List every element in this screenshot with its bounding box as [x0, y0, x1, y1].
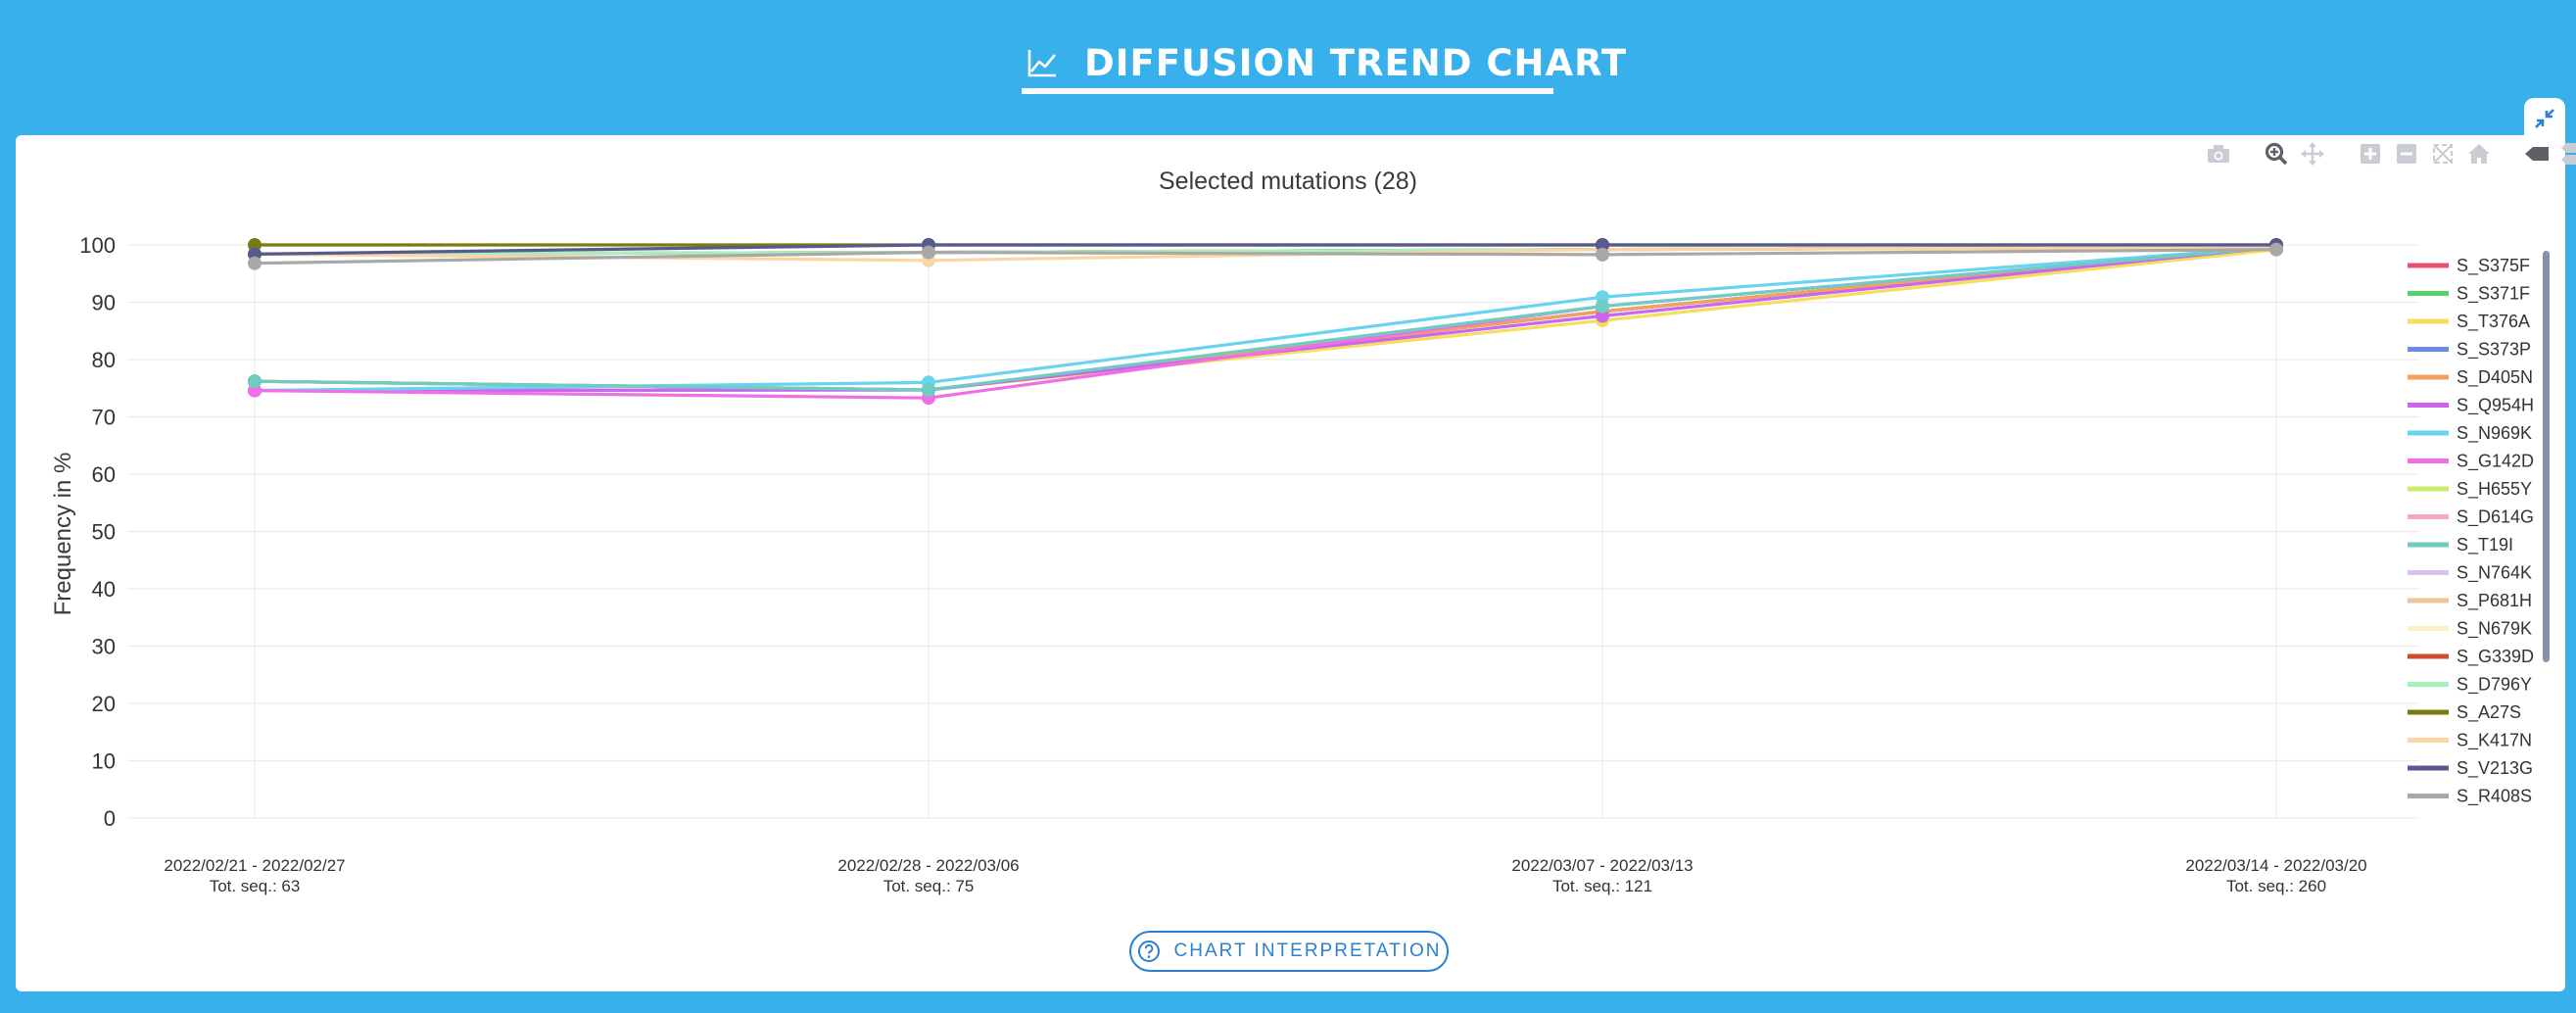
legend-item[interactable]: S_P681H: [2408, 591, 2532, 611]
legend-item[interactable]: S_K417N: [2408, 731, 2532, 751]
diffusion-chart: Selected mutations (28) Frequency in % 0…: [50, 168, 2534, 895]
y-tick-label: 20: [92, 692, 116, 716]
legend-item[interactable]: S_S373P: [2408, 340, 2531, 361]
legend-label: S_D796Y: [2457, 675, 2532, 696]
legend-item[interactable]: S_A27S: [2408, 702, 2521, 723]
legend-item[interactable]: S_V213G: [2408, 758, 2533, 779]
spike-lines-button[interactable]: [2522, 139, 2552, 169]
x-tick-total-label: Tot. seq.: 121: [1552, 877, 1652, 895]
legend-label: S_D614G: [2457, 507, 2534, 528]
legend-label: S_N969K: [2457, 423, 2532, 444]
zoom-out-icon: [2397, 144, 2416, 164]
legend-item[interactable]: S_N764K: [2408, 563, 2532, 584]
camera-icon: [2208, 145, 2229, 163]
x-tick-label: 2022/03/14 - 2022/03/20: [2185, 856, 2366, 875]
zoom-icon: [2265, 142, 2288, 166]
legend-label: S_T376A: [2457, 312, 2530, 332]
legend-label: S_Q954H: [2457, 396, 2534, 416]
y-tick-label: 30: [92, 635, 116, 659]
series-point: [1596, 247, 1609, 262]
legend-item[interactable]: S_Q954H: [2408, 396, 2534, 416]
y-tick-label: 70: [92, 406, 116, 430]
legend-label: S_S373P: [2457, 340, 2531, 361]
pan-icon: [2301, 142, 2324, 166]
y-tick-label: 60: [92, 462, 116, 487]
legend[interactable]: S_S375F S_S371F S_T376A S_S373P S_D405N S_Q95…: [2408, 256, 2534, 807]
help-circle-icon: [1137, 941, 1160, 962]
legend-label: S_R408S: [2457, 787, 2532, 807]
legend-item[interactable]: S_D614G: [2408, 507, 2534, 528]
y-tick-label: 40: [92, 577, 116, 602]
zoom-out-button[interactable]: [2392, 139, 2421, 169]
legend-item[interactable]: S_D405N: [2408, 367, 2533, 388]
x-tick-label: 2022/03/07 - 2022/03/13: [1511, 856, 1693, 875]
legend-item[interactable]: S_D796Y: [2408, 675, 2532, 696]
legend-item[interactable]: S_G339D: [2408, 647, 2534, 667]
legend-label: S_H655Y: [2457, 479, 2532, 500]
legend-label: S_N764K: [2457, 563, 2532, 584]
y-axis-label: Frequency in %: [50, 453, 76, 616]
legend-item[interactable]: S_S375F: [2408, 256, 2530, 276]
y-tick-label: 0: [104, 806, 116, 831]
chart-title: Selected mutations (28): [1159, 168, 1417, 195]
autoscale-icon: [2433, 144, 2453, 164]
series-point: [248, 374, 262, 389]
spike-lines-icon: [2525, 147, 2549, 161]
legend-label: S_T19I: [2457, 535, 2513, 555]
compare-hover-icon: [2561, 143, 2576, 165]
y-tick-label: 90: [92, 291, 116, 315]
y-tick-label: 50: [92, 520, 116, 545]
legend-label: S_P681H: [2457, 591, 2532, 611]
series-lines: [248, 238, 2283, 406]
pan-button[interactable]: [2298, 139, 2327, 169]
legend-item[interactable]: S_N679K: [2408, 619, 2532, 640]
series-point: [248, 256, 262, 270]
reset-axes-icon: [2468, 144, 2490, 164]
legend-item[interactable]: S_S371F: [2408, 284, 2530, 305]
legend-label: S_G339D: [2457, 647, 2534, 667]
legend-label: S_N679K: [2457, 619, 2532, 640]
legend-scrollbar[interactable]: [2543, 251, 2550, 662]
reset-axes-button[interactable]: [2464, 139, 2494, 169]
series-point: [2269, 242, 2283, 257]
download-png-button[interactable]: [2204, 139, 2233, 169]
zoom-in-button[interactable]: [2356, 139, 2385, 169]
legend-label: S_K417N: [2457, 731, 2532, 751]
legend-label: S_V213G: [2457, 758, 2533, 779]
y-tick-label: 10: [92, 749, 116, 774]
grid: 0 10 20 30 40 50 60 70 80 90 100 2022/02/21 - 2022/…: [79, 233, 2419, 895]
legend-item[interactable]: S_H655Y: [2408, 479, 2532, 500]
legend-label: S_S375F: [2457, 256, 2530, 276]
chart-interpretation-label: CHART INTERPRETATION: [1173, 941, 1442, 961]
legend-item[interactable]: S_N969K: [2408, 423, 2532, 444]
series-line-s-n969k: [254, 245, 2277, 393]
legend-label: S_G142D: [2457, 452, 2534, 472]
legend-label: S_S371F: [2457, 284, 2530, 305]
x-tick-total-label: Tot. seq.: 75: [883, 877, 975, 895]
autoscale-button[interactable]: [2428, 139, 2457, 169]
y-tick-label: 100: [79, 233, 116, 258]
legend-label: S_D405N: [2457, 367, 2533, 388]
x-tick-total-label: Tot. seq.: 260: [2226, 877, 2326, 895]
zoom-in-icon: [2361, 144, 2380, 164]
legend-label: S_A27S: [2457, 702, 2521, 723]
legend-item[interactable]: S_T19I: [2408, 535, 2513, 555]
chart-interpretation-button[interactable]: CHART INTERPRETATION: [1129, 931, 1449, 972]
legend-item[interactable]: S_G142D: [2408, 452, 2534, 472]
chart-modebar: [2204, 139, 2576, 169]
compare-hover-button[interactable]: [2558, 139, 2576, 169]
x-tick-total-label: Tot. seq.: 63: [210, 877, 301, 895]
series-point: [1596, 299, 1609, 314]
series-point: [922, 245, 935, 260]
y-tick-label: 80: [92, 348, 116, 372]
x-tick-label: 2022/02/21 - 2022/02/27: [164, 856, 345, 875]
series-point: [922, 383, 935, 397]
zoom-button[interactable]: [2262, 139, 2291, 169]
x-tick-label: 2022/02/28 - 2022/03/06: [837, 856, 1019, 875]
legend-item[interactable]: S_R408S: [2408, 787, 2532, 807]
legend-item[interactable]: S_T376A: [2408, 312, 2530, 332]
